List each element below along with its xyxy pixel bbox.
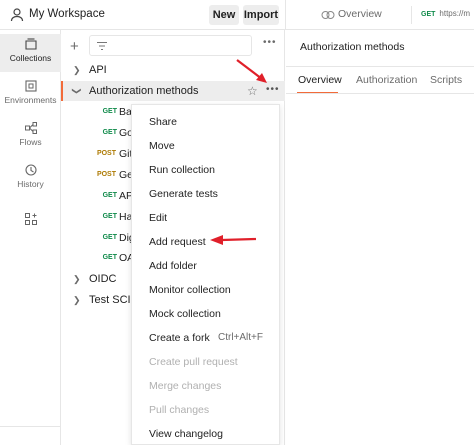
tab-get-url: https://m — [439, 9, 471, 18]
method-badge: POST — [96, 171, 116, 178]
method-badge: GET — [102, 129, 117, 136]
user-icon — [10, 8, 24, 22]
menu-item-view-changelog[interactable]: View changelog — [149, 428, 223, 440]
history-icon — [24, 164, 37, 176]
divider — [0, 426, 61, 427]
divider — [286, 93, 474, 94]
workspace-title[interactable]: My Workspace — [29, 8, 105, 20]
menu-item-add-request[interactable]: Add request — [149, 236, 206, 248]
rail-collections[interactable]: Collections — [0, 34, 61, 72]
menu-item-share[interactable]: Share — [149, 116, 177, 128]
collections-icon — [24, 38, 37, 50]
tab-authorization[interactable]: Authorization — [356, 74, 417, 86]
menu-item-create-pull-request: Create pull request — [149, 356, 238, 368]
overview-icon — [321, 11, 335, 19]
divider — [286, 66, 474, 67]
tree-item-label: OIDC — [89, 273, 117, 285]
icon-rail: Collections Environments Flows History — [0, 30, 61, 445]
tab-separator — [411, 6, 412, 24]
tree-item-label: API — [89, 64, 107, 76]
menu-item-pull-changes: Pull changes — [149, 404, 210, 416]
rail-flows[interactable]: Flows — [0, 118, 61, 158]
flows-icon — [24, 122, 37, 134]
method-badge: POST — [96, 150, 116, 157]
chevron-down-icon: ❯ — [71, 87, 82, 95]
method-badge: GET — [102, 213, 117, 220]
menu-item-generate-tests[interactable]: Generate tests — [149, 188, 218, 200]
tree-item-api[interactable]: ❯ API — [61, 60, 285, 80]
environments-icon — [24, 80, 37, 92]
tab-scripts[interactable]: Scripts — [430, 74, 462, 86]
new-button[interactable]: New — [209, 5, 239, 25]
menu-item-run-collection[interactable]: Run collection — [149, 164, 215, 176]
tab-get-request[interactable]: GET https://m — [421, 9, 470, 18]
method-badge: GET — [102, 192, 117, 199]
more-icon[interactable]: ••• — [263, 37, 277, 48]
rail-history-label: History — [17, 179, 44, 189]
top-bar: My Workspace New Import Overview GET http… — [0, 0, 474, 30]
chevron-right-icon: ❯ — [73, 295, 81, 305]
menu-item-add-folder[interactable]: Add folder — [149, 260, 197, 272]
menu-item-monitor-collection[interactable]: Monitor collection — [149, 284, 231, 296]
rail-configure-workspace[interactable] — [0, 209, 61, 235]
context-menu: Share Move Run collection Generate tests… — [131, 104, 280, 445]
chevron-right-icon: ❯ — [73, 274, 81, 284]
add-collection-button[interactable]: + — [70, 38, 79, 55]
rail-collections-label: Collections — [9, 53, 52, 63]
tree-item-label: Authorization methods — [89, 85, 199, 97]
filter-input[interactable] — [89, 35, 252, 56]
method-badge: GET — [102, 108, 117, 115]
tree-item-authorization-methods[interactable]: ❯ Authorization methods ☆ ••• — [61, 81, 285, 101]
more-actions-icon[interactable]: ••• — [266, 80, 280, 100]
menu-item-edit[interactable]: Edit — [149, 212, 167, 224]
method-badge: GET — [102, 234, 117, 241]
rail-environments[interactable]: Environments — [0, 76, 61, 116]
filter-icon — [97, 42, 107, 50]
menu-item-move[interactable]: Move — [149, 140, 175, 152]
rail-environments-label: Environments — [4, 95, 57, 105]
add-widget-icon — [24, 213, 37, 225]
divider — [285, 0, 286, 30]
rail-flows-label: Flows — [19, 137, 42, 147]
menu-item-create-fork[interactable]: Create a fork — [149, 332, 210, 344]
request-label: Ba — [119, 106, 132, 118]
tab-get-method: GET — [421, 11, 436, 18]
method-badge: GET — [102, 254, 117, 261]
tab-overview-label: Overview — [338, 8, 382, 20]
shortcut-label: Ctrl+Alt+F — [218, 332, 264, 343]
tab-overview-panel[interactable]: Overview — [298, 74, 342, 86]
menu-item-mock-collection[interactable]: Mock collection — [149, 308, 221, 320]
chevron-right-icon: ❯ — [73, 65, 81, 75]
tab-overview[interactable]: Overview — [321, 8, 382, 20]
star-icon[interactable]: ☆ — [247, 81, 258, 101]
import-button[interactable]: Import — [243, 5, 279, 25]
page-title: Authorization methods — [300, 41, 405, 53]
menu-item-merge-changes: Merge changes — [149, 380, 222, 392]
rail-history[interactable]: History — [0, 160, 61, 200]
